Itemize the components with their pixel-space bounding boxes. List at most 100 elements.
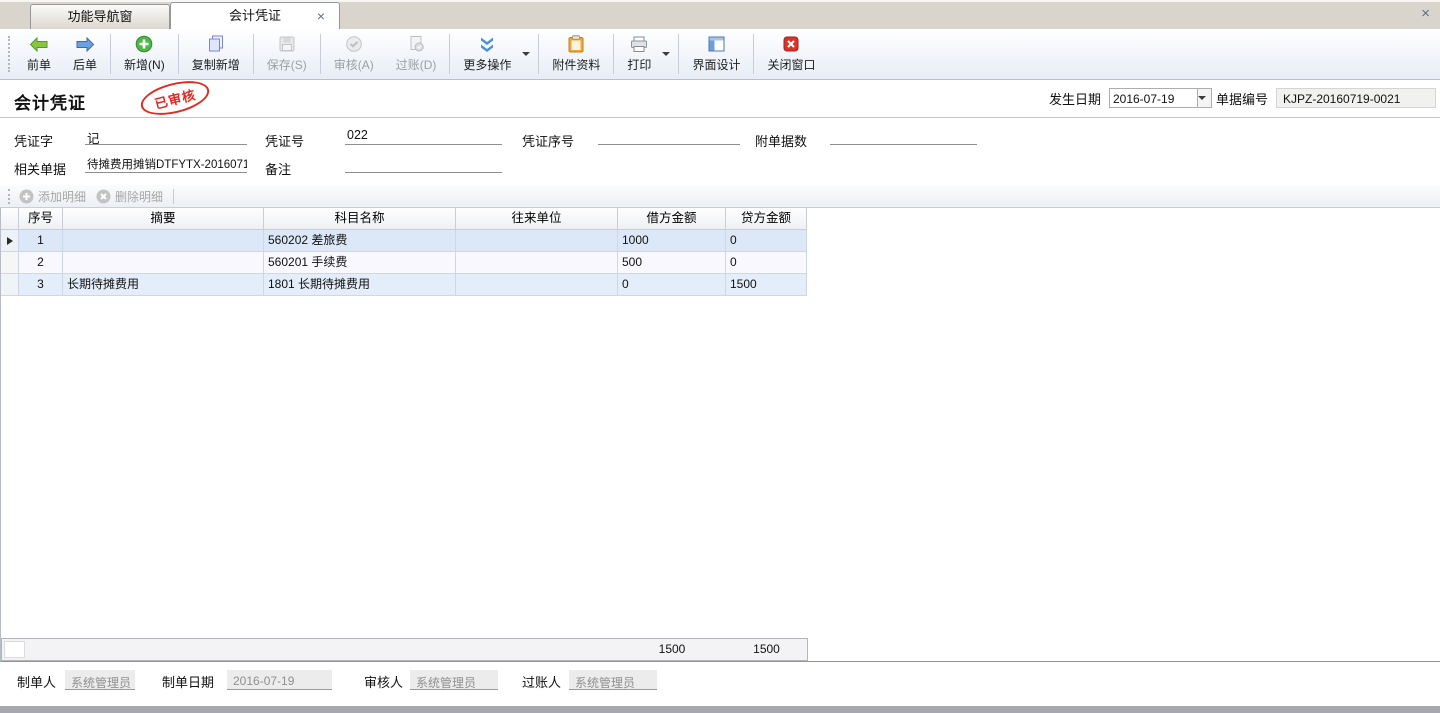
page-title: 会计凭证: [14, 89, 86, 114]
toolbar-separator: [253, 34, 254, 74]
total-credit: 1500: [726, 639, 807, 660]
next-doc-label: 后单: [73, 56, 97, 73]
cell-summary[interactable]: [63, 230, 264, 252]
table-row[interactable]: 1 560202 差旅费 1000 0: [1, 230, 1440, 252]
cell-unit[interactable]: [456, 252, 618, 274]
audit-button[interactable]: 审核(A): [323, 29, 385, 79]
dropdown-caret-icon: [662, 52, 670, 56]
cell-credit[interactable]: 0: [726, 252, 807, 274]
toolbar-separator: [110, 34, 111, 74]
auditor-field: 系统管理员: [410, 670, 498, 690]
more-actions-button[interactable]: 更多操作: [452, 29, 536, 79]
col-summary-header[interactable]: 摘要: [63, 208, 264, 230]
cell-account[interactable]: 560202 差旅费: [264, 230, 456, 252]
doc-no-label: 单据编号: [1216, 89, 1268, 108]
date-input[interactable]: 2016-07-19: [1110, 89, 1197, 107]
print-inner: 打印: [616, 32, 662, 76]
attached-count-field[interactable]: [830, 126, 977, 145]
cell-summary[interactable]: [63, 252, 264, 274]
date-label: 发生日期: [1049, 89, 1101, 108]
save-label: 保存(S): [267, 56, 307, 73]
close-window-button[interactable]: 关闭窗口: [756, 29, 826, 79]
cell-seq[interactable]: 2: [19, 252, 63, 274]
cell-account[interactable]: 560201 手续费: [264, 252, 456, 274]
date-dropdown-button[interactable]: [1197, 89, 1211, 107]
window-close-icon[interactable]: ×: [1421, 6, 1430, 21]
close-red-icon: [783, 35, 799, 53]
creator-field: 系统管理员: [65, 670, 135, 690]
footer-bar: 制单人 系统管理员 制单日期 2016-07-19 审核人 系统管理员 过账人 …: [0, 662, 1440, 706]
col-unit-header[interactable]: 往来单位: [456, 208, 618, 230]
prev-doc-label: 前单: [27, 56, 51, 73]
remove-detail-button[interactable]: 删除明细: [93, 187, 170, 205]
toolbar-separator: [449, 34, 450, 74]
row-selector-cell[interactable]: [1, 230, 19, 252]
print-button[interactable]: 打印: [616, 29, 676, 79]
voucher-word-field[interactable]: 记: [85, 126, 247, 145]
voucher-form: 凭证字 记 凭证号 022 凭证序号 附单据数 相关单据 待摊费用摊销DTFYT…: [0, 118, 1440, 185]
voucher-seq-field[interactable]: [598, 126, 740, 145]
cell-credit[interactable]: 1500: [726, 274, 807, 296]
next-doc-button[interactable]: 后单: [62, 29, 108, 79]
row-selector-cell[interactable]: [1, 274, 19, 296]
cell-debit[interactable]: 0: [618, 274, 726, 296]
audited-stamp: 已审核: [137, 75, 212, 121]
tab-accounting-voucher[interactable]: 会计凭证 ×: [170, 2, 340, 29]
toolbar-gripper: [8, 189, 11, 204]
col-debit-header[interactable]: 借方金额: [618, 208, 726, 230]
more-actions-label: 更多操作: [463, 56, 511, 73]
voucher-no-field[interactable]: 022: [345, 126, 502, 145]
toolbar-separator: [320, 34, 321, 74]
totals-bar: 1500 1500: [1, 638, 808, 661]
row-selector-cell[interactable]: [1, 252, 19, 274]
cell-seq[interactable]: 3: [19, 274, 63, 296]
related-doc-field[interactable]: 待摊费用摊销DTFYTX-2016071: [85, 154, 247, 173]
post-label: 过账(D): [396, 56, 437, 73]
save-button[interactable]: 保存(S): [256, 29, 318, 79]
cell-unit[interactable]: [456, 274, 618, 296]
col-account-header[interactable]: 科目名称: [264, 208, 456, 230]
arrow-left-icon: [29, 35, 49, 53]
audit-label: 审核(A): [334, 56, 374, 73]
cell-credit[interactable]: 0: [726, 230, 807, 252]
cell-debit[interactable]: 500: [618, 252, 726, 274]
close-window-label: 关闭窗口: [767, 56, 815, 73]
x-circle-gray-icon: [96, 187, 111, 205]
remark-field[interactable]: [345, 154, 502, 173]
tab-close-icon[interactable]: ×: [317, 3, 325, 29]
voucher-no-label: 凭证号: [265, 131, 304, 150]
save-icon: [278, 35, 296, 53]
totals-selector-cell: [4, 641, 25, 658]
ui-design-label: 界面设计: [692, 56, 740, 73]
col-seq-header[interactable]: 序号: [19, 208, 63, 230]
create-date-label: 制单日期: [162, 672, 214, 691]
cell-summary[interactable]: 长期待摊费用: [63, 274, 264, 296]
attachments-button[interactable]: 附件资料: [541, 29, 611, 79]
cell-unit[interactable]: [456, 230, 618, 252]
title-bar: 会计凭证 已审核 发生日期 2016-07-19 单据编号 KJPZ-20160…: [0, 80, 1440, 118]
clipboard-icon: [568, 35, 584, 53]
document-check-icon: [407, 35, 425, 53]
toolbar-gripper: [8, 36, 11, 72]
prev-doc-button[interactable]: 前单: [16, 29, 62, 79]
cell-seq[interactable]: 1: [19, 230, 63, 252]
add-detail-button[interactable]: 添加明细: [16, 187, 93, 205]
ui-design-button[interactable]: 界面设计: [681, 29, 751, 79]
voucher-seq-label: 凭证序号: [522, 131, 574, 150]
table-row[interactable]: 2 560201 手续费 500 0: [1, 252, 1440, 274]
plus-circle-icon: [135, 35, 153, 53]
total-debit: 1500: [618, 639, 726, 660]
tab-function-nav[interactable]: 功能导航窗: [30, 4, 170, 29]
copy-new-button[interactable]: 复制新增: [181, 29, 251, 79]
post-button[interactable]: 过账(D): [385, 29, 448, 79]
cell-debit[interactable]: 1000: [618, 230, 726, 252]
table-row[interactable]: 3 长期待摊费用 1801 长期待摊费用 0 1500: [1, 274, 1440, 296]
remark-label: 备注: [265, 159, 291, 178]
col-credit-header[interactable]: 贷方金额: [726, 208, 807, 230]
poster-field: 系统管理员: [569, 670, 657, 690]
grid-selector-header[interactable]: [1, 208, 19, 230]
cell-account[interactable]: 1801 长期待摊费用: [264, 274, 456, 296]
grid-header-row: 序号 摘要 科目名称 往来单位 借方金额 贷方金额: [1, 208, 1440, 230]
new-button[interactable]: 新增(N): [113, 29, 176, 79]
doc-no-field[interactable]: KJPZ-20160719-0021: [1276, 88, 1436, 108]
